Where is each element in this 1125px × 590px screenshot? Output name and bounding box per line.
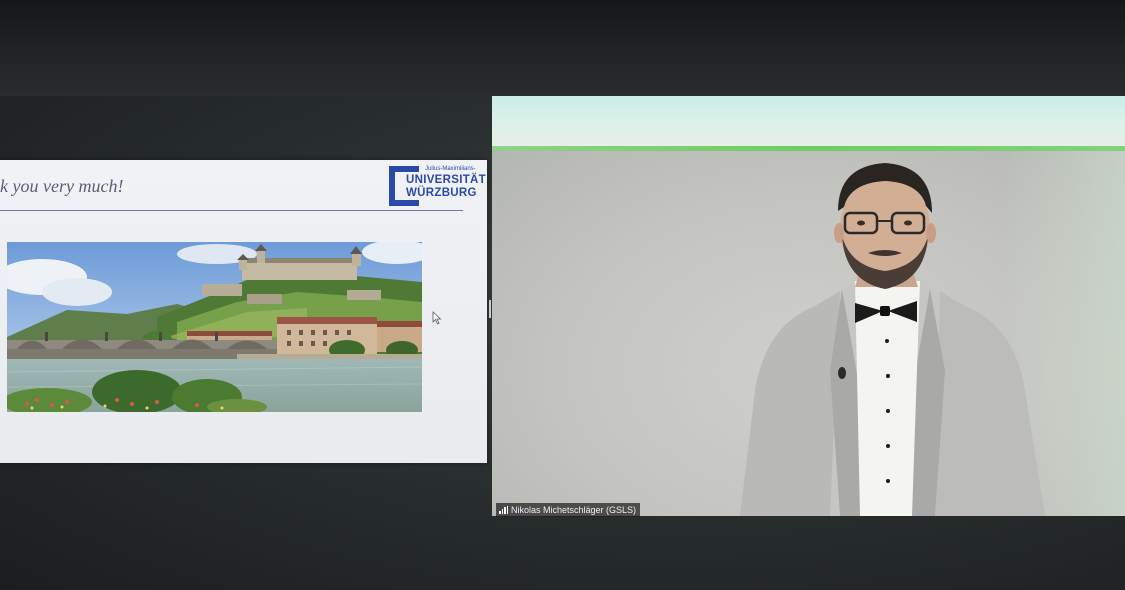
split-view-resize-handle[interactable] xyxy=(489,300,491,318)
screen-dark-area xyxy=(0,0,1125,96)
speaker-video-tile xyxy=(492,96,1125,516)
mouse-pointer-icon xyxy=(432,311,442,325)
logo-top-text: Julius-Maximilians- xyxy=(425,166,476,172)
participant-name-text: Nikolas Michetschläger (GSLS) xyxy=(511,505,637,515)
logo-line-2: WÜRZBURG xyxy=(406,187,477,199)
speaker-figure xyxy=(740,163,1045,516)
logo-bracket-shape xyxy=(389,166,419,206)
participant-name-label: Nikolas Michetschläger (GSLS) xyxy=(496,503,641,517)
connection-strength-icon xyxy=(499,506,508,514)
wurzburg-fortress-and-bridge-photo xyxy=(7,242,422,412)
shared-presentation-slide: k you very much! Julius-Maximilians- UNI… xyxy=(0,160,487,463)
university-logo: Julius-Maximilians- UNIVERSITÄT WÜRZBURG xyxy=(389,166,486,208)
slide-title: k you very much! xyxy=(0,176,124,196)
slide-title-underline xyxy=(0,210,463,211)
logo-line-1: UNIVERSITÄT xyxy=(406,174,486,186)
monitor-screen: k you very much! Julius-Maximilians- UNI… xyxy=(0,0,1125,590)
